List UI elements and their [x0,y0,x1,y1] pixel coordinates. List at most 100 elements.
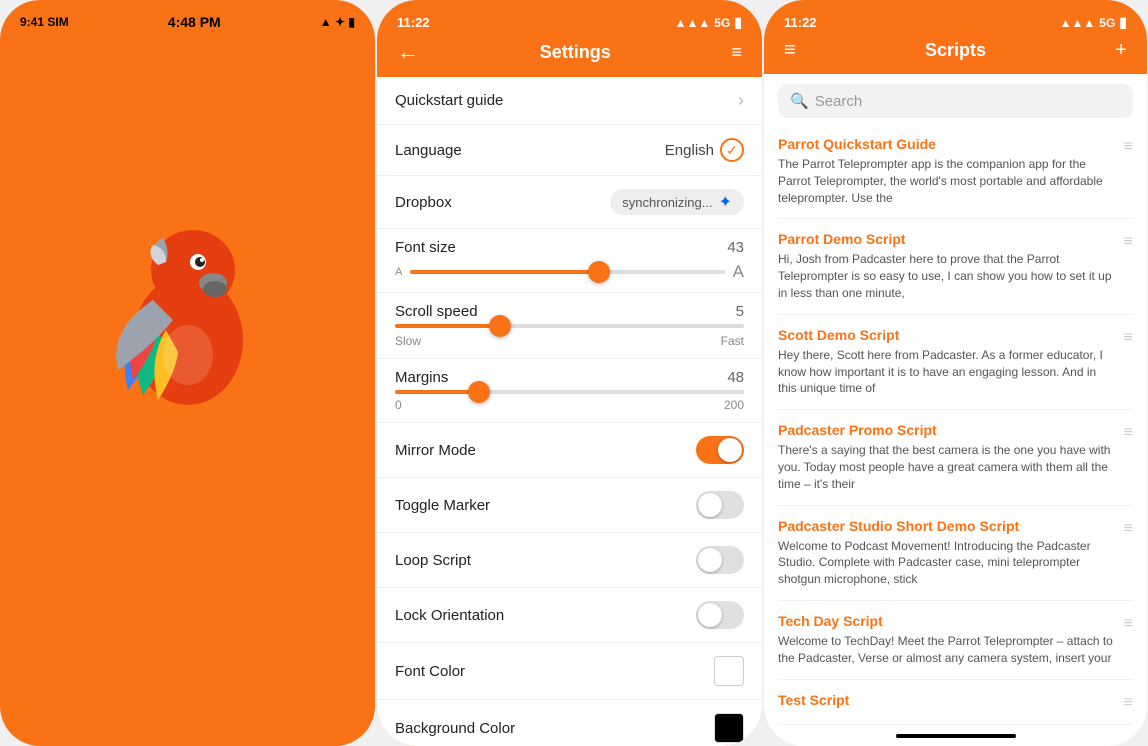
drag-handle-icon: ≡ [1124,233,1133,251]
script-item-content: Parrot Demo Script Hi, Josh from Padcast… [778,231,1124,301]
list-item[interactable]: Padcaster Promo Script There's a saying … [778,410,1133,505]
battery-icon: ▮ [734,14,742,31]
background-color-label: Background Color [395,720,515,737]
script-item-content: Tech Day Script Welcome to TechDay! Meet… [778,613,1124,667]
loop-script-knob [698,548,722,572]
settings-row-margins: Margins 48 0 200 [377,359,762,423]
scripts-menu-icon[interactable]: ≡ [784,39,796,62]
script-item-content: Parrot Quickstart Guide The Parrot Telep… [778,136,1124,206]
drag-handle-icon: ≡ [1124,615,1133,633]
network-label: 5G [714,16,730,30]
scripts-header: ≡ Scripts + [764,31,1147,74]
scroll-speed-slider[interactable] [395,324,744,328]
background-color-swatch[interactable] [714,713,744,743]
time-settings: 11:22 [397,15,430,30]
status-icons-scripts: ▲▲▲ 5G ▮ [1060,14,1127,31]
font-size-label: Font size [395,239,456,256]
lock-orientation-label: Lock Orientation [395,607,504,624]
margins-value: 48 [727,369,744,386]
time-scripts: 11:22 [784,15,817,30]
slow-label: Slow [395,334,421,348]
script-excerpt: The Parrot Teleprompter app is the compa… [778,156,1116,206]
search-icon: 🔍 [790,92,809,110]
drag-handle-icon: ≡ [1124,520,1133,538]
settings-row-toggle-marker[interactable]: Toggle Marker [377,478,762,533]
home-indicator [896,734,1016,738]
scroll-speed-fill [395,324,500,328]
list-item[interactable]: Parrot Quickstart Guide The Parrot Telep… [778,124,1133,219]
language-value: English ✓ [665,138,744,162]
settings-row-language[interactable]: Language English ✓ [377,125,762,176]
settings-row-mirror-mode[interactable]: Mirror Mode [377,423,762,478]
settings-row-lock-orientation[interactable]: Lock Orientation [377,588,762,643]
script-excerpt: There's a saying that the best camera is… [778,442,1116,492]
quickstart-label: Quickstart guide [395,92,503,109]
loop-script-toggle[interactable] [696,546,744,574]
font-size-slider[interactable] [410,270,724,274]
script-item-content: Test Script [778,692,1124,712]
scroll-speed-top: Scroll speed 5 [395,303,744,320]
drag-handle-icon: ≡ [1124,329,1133,347]
settings-row-font-color[interactable]: Font Color [377,643,762,700]
panel-splash: 9:41 SIM 4:48 PM ▲ ✦ ▮ [0,0,375,746]
quickstart-chevron: › [738,90,744,111]
signal-scripts: ▲▲▲ [1060,16,1096,30]
script-excerpt: Hi, Josh from Padcaster here to prove th… [778,251,1116,301]
margins-slider-row [395,390,744,394]
search-input[interactable]: Search [815,93,863,110]
menu-icon[interactable]: ≡ [731,42,742,63]
mirror-mode-toggle[interactable] [696,436,744,464]
loop-script-label: Loop Script [395,552,471,569]
dropbox-icon: ✦ [719,192,732,212]
status-bar-splash: 9:41 SIM 4:48 PM ▲ ✦ ▮ [0,0,375,30]
margins-thumb[interactable] [468,381,490,403]
settings-row-background-color[interactable]: Background Color [377,700,762,746]
dropbox-label: Dropbox [395,194,452,211]
script-item-content: Padcaster Studio Short Demo Script Welco… [778,518,1124,588]
margins-slider[interactable] [395,390,744,394]
list-item[interactable]: Test Script ≡ [778,680,1133,725]
scroll-speed-thumb[interactable] [489,315,511,337]
scroll-speed-slider-row [395,324,744,328]
status-icons: ▲▲▲ 5G ▮ [675,14,742,31]
list-item[interactable]: Parrot Demo Script Hi, Josh from Padcast… [778,219,1133,314]
script-title: Padcaster Studio Short Demo Script [778,518,1116,534]
script-title: Parrot Demo Script [778,231,1116,247]
fast-label: Fast [721,334,744,348]
lock-orientation-toggle[interactable] [696,601,744,629]
margins-label: Margins [395,369,448,386]
toggle-marker-label: Toggle Marker [395,497,490,514]
back-button[interactable]: ← [397,39,419,65]
drag-handle-icon: ≡ [1124,138,1133,156]
script-item-content: Padcaster Promo Script There's a saying … [778,422,1124,492]
font-color-swatch[interactable] [714,656,744,686]
font-size-fill [410,270,599,274]
settings-row-loop-script[interactable]: Loop Script [377,533,762,588]
list-item[interactable]: Scott Demo Script Hey there, Scott here … [778,315,1133,410]
toggle-marker-toggle[interactable] [696,491,744,519]
margins-max-label: 200 [724,398,744,412]
search-bar[interactable]: 🔍 Search [778,84,1133,118]
font-color-label: Font Color [395,663,465,680]
list-item[interactable]: Padcaster Studio Short Demo Script Welco… [778,506,1133,601]
dropbox-status: synchronizing... ✦ [610,189,744,215]
list-item[interactable]: Tech Day Script Welcome to TechDay! Meet… [778,601,1133,680]
scripts-list: Parrot Quickstart Guide The Parrot Telep… [764,124,1147,726]
script-excerpt: Hey there, Scott here from Padcaster. As… [778,347,1116,397]
script-title: Test Script [778,692,1116,708]
font-large-label: A [733,262,744,282]
settings-row-quickstart[interactable]: Quickstart guide › [377,77,762,125]
battery-scripts: ▮ [1119,14,1127,31]
font-size-top: Font size 43 [395,239,744,256]
lock-orientation-knob [698,603,722,627]
font-size-thumb[interactable] [588,261,610,283]
font-small-label: A [395,266,402,278]
time-label: 4:48 PM [168,14,221,30]
margins-min-label: 0 [395,398,402,412]
scripts-add-button[interactable]: + [1115,39,1127,62]
font-size-slider-row: A A [395,262,744,282]
margins-labels: 0 200 [395,398,744,412]
drag-handle-icon: ≡ [1124,424,1133,442]
script-title: Tech Day Script [778,613,1116,629]
settings-row-dropbox[interactable]: Dropbox synchronizing... ✦ [377,176,762,229]
